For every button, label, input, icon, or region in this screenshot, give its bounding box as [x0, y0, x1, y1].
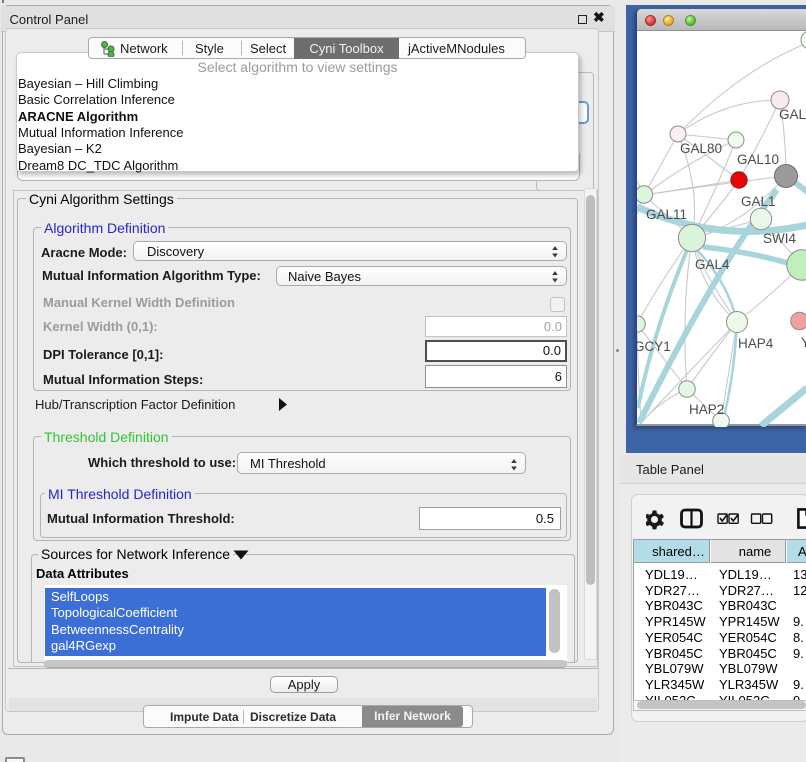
svg-text:GCY1: GCY1: [637, 339, 671, 354]
svg-text:SWI4: SWI4: [763, 231, 796, 246]
svg-text:YJ: YJ: [801, 335, 806, 350]
svg-text:HAP4: HAP4: [738, 336, 774, 351]
svg-text:GAL10: GAL10: [737, 152, 779, 167]
svg-text:GAL2: GAL2: [779, 107, 806, 122]
svg-text:GAL80: GAL80: [680, 141, 722, 156]
svg-text:GAL4: GAL4: [695, 257, 730, 272]
svg-text:HAP2: HAP2: [689, 402, 724, 417]
svg-text:GAL11: GAL11: [646, 207, 687, 222]
svg-text:GAL1: GAL1: [741, 194, 776, 209]
